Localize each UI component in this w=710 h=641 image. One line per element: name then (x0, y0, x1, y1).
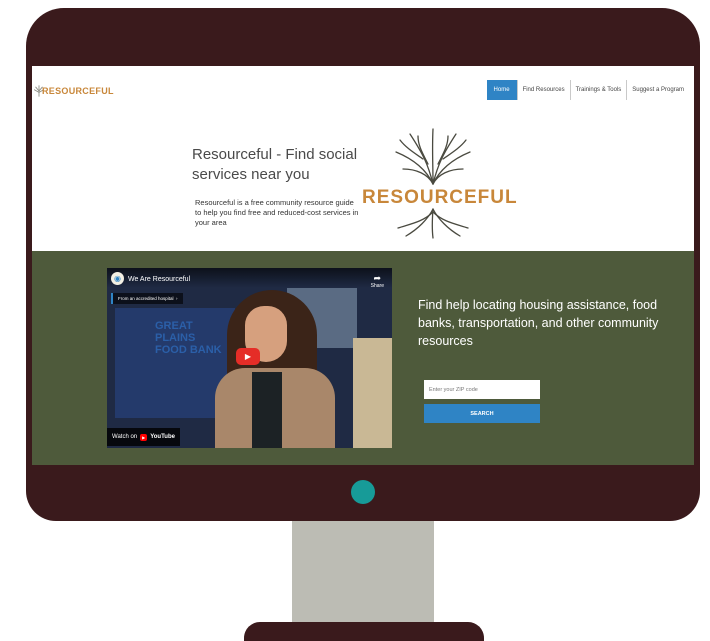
watch-on-label: Watch on (112, 434, 138, 440)
youtube-label: YouTube (150, 434, 175, 440)
share-button[interactable]: ➦ Share (370, 273, 384, 290)
play-icon: ▶ (244, 352, 252, 361)
hero-title: Resourceful - Find social services near … (192, 146, 358, 183)
search-button[interactable]: SEARCH (424, 404, 540, 423)
play-button[interactable]: ▶ (236, 348, 260, 365)
watch-on-youtube-button[interactable]: Watch on ▶ YouTube (107, 428, 180, 446)
hero-logo-word: RESOURCEFUL (362, 187, 518, 208)
video-info-chip[interactable]: From an accredited hospital › (111, 293, 183, 304)
site-logo[interactable]: RESOURCEFUL (32, 82, 114, 100)
share-label: Share (370, 283, 384, 289)
main-nav: Home Find Resources Trainings & Tools Su… (486, 80, 689, 100)
search-band: GREAT PLAINS FOOD BANK ◉ We Are Resource… (32, 251, 694, 465)
nav-find-resources[interactable]: Find Resources (516, 80, 570, 100)
youtube-play-icon: ▶ (140, 433, 148, 441)
nav-trainings-tools[interactable]: Trainings & Tools (569, 80, 627, 100)
band-description: Find help locating housing assistance, f… (418, 298, 659, 348)
tree-logo-icon (395, 128, 471, 239)
monitor-screen: RESOURCEFUL Home Find Resources Training… (32, 66, 694, 465)
hero-subtitle: Resourceful is a free community resource… (195, 198, 359, 227)
video-person-shirt (252, 372, 282, 448)
nav-home[interactable]: Home (486, 80, 517, 100)
video-player[interactable]: GREAT PLAINS FOOD BANK ◉ We Are Resource… (107, 268, 392, 448)
site-header: RESOURCEFUL Home Find Resources Training… (32, 66, 694, 112)
video-background-right (353, 338, 392, 448)
monitor-top-bezel (26, 8, 700, 68)
logo-text: RESOURCEFUL (42, 86, 114, 96)
nav-suggest-program[interactable]: Suggest a Program (626, 80, 689, 100)
video-chip-label: From an accredited hospital (118, 296, 174, 301)
channel-avatar-icon[interactable]: ◉ (111, 272, 124, 285)
share-icon: ➦ (373, 273, 382, 283)
monitor-stand-neck (292, 521, 434, 624)
monitor-right-bezel (694, 66, 700, 465)
video-title[interactable]: We Are Resourceful (128, 276, 190, 283)
zip-code-input[interactable] (424, 380, 540, 399)
video-sign-text: GREAT PLAINS FOOD BANK (155, 320, 222, 356)
hero-section: Resourceful - Find social services near … (32, 112, 694, 251)
power-led-icon (351, 480, 375, 504)
monitor-stand-base (244, 622, 484, 641)
monitor-mockup: RESOURCEFUL Home Find Resources Training… (0, 0, 710, 641)
